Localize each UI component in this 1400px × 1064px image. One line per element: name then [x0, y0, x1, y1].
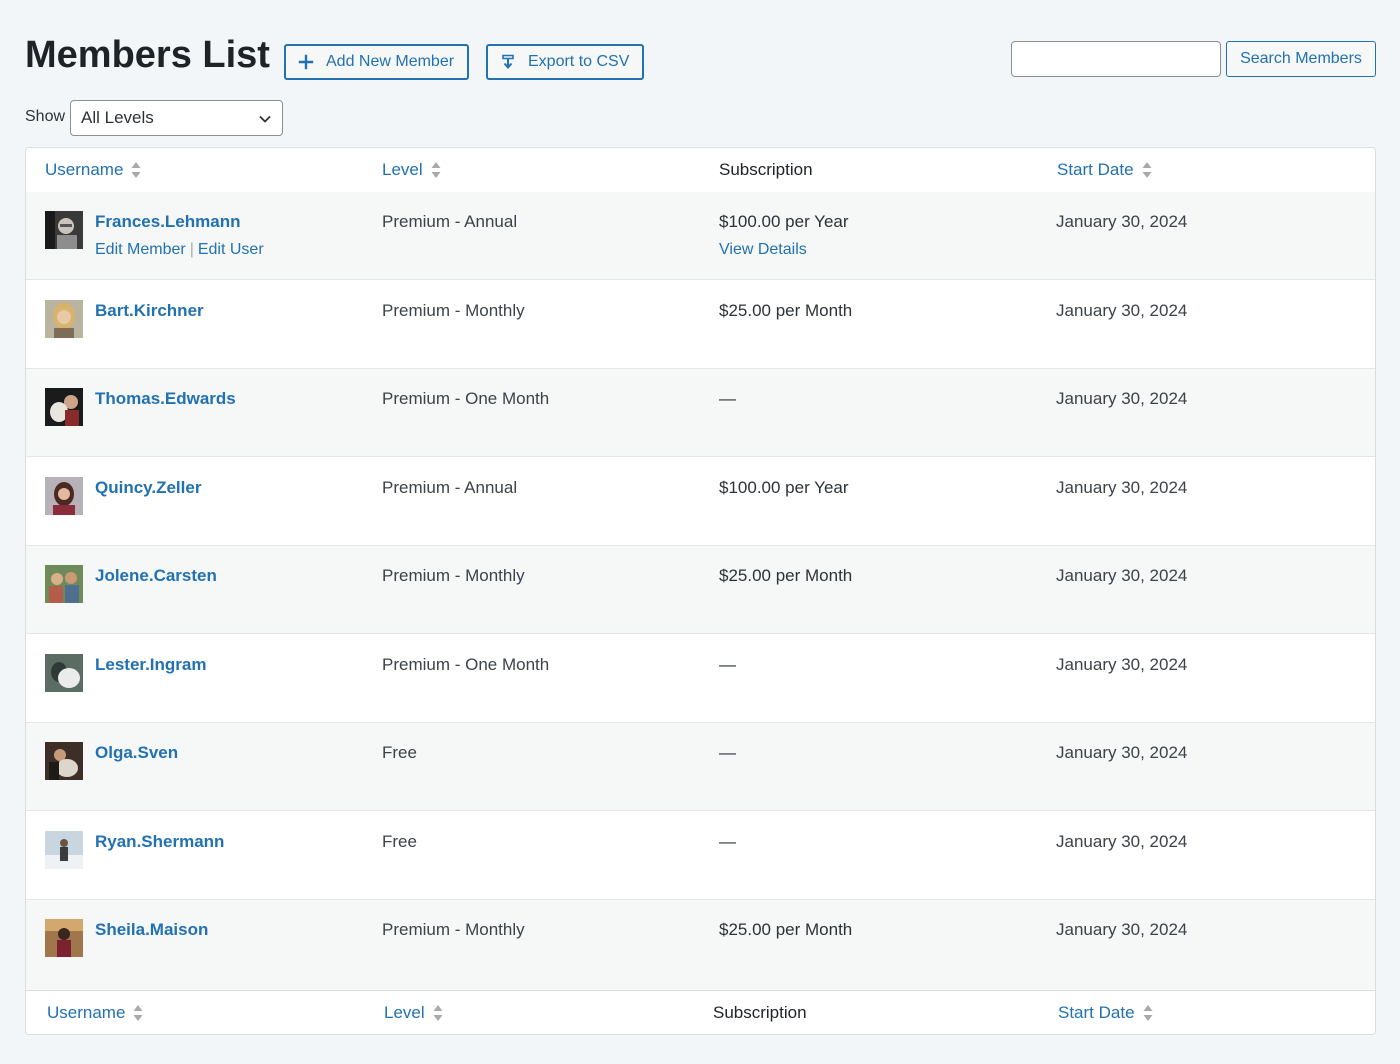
- sort-arrows-icon: [133, 1005, 143, 1021]
- avatar[interactable]: [45, 211, 83, 249]
- subscription-cell: $25.00 per Month: [719, 566, 853, 585]
- table-row: Frances.Lehmann Edit Member | Edit User Pr…: [26, 192, 1375, 280]
- members-table: Username Level Subscription Start Date F…: [25, 147, 1376, 1035]
- chevron-down-icon: [259, 115, 271, 123]
- start-date-cell: January 30, 2024: [1056, 389, 1188, 408]
- sort-arrows-icon: [1142, 162, 1152, 178]
- username-link[interactable]: Thomas.Edwards: [95, 389, 236, 409]
- table-row: Ryan.Shermann Free — January 30, 2024: [26, 812, 1375, 900]
- table-row: Quincy.Zeller Premium - Annual $100.00 p…: [26, 458, 1375, 546]
- username-link[interactable]: Bart.Kirchner: [95, 301, 204, 321]
- subscription-cell: $25.00 per Month: [719, 301, 853, 320]
- row-actions: Edit Member | Edit User: [95, 241, 264, 259]
- start-date-cell: January 30, 2024: [1056, 920, 1188, 939]
- column-header-label: Username: [45, 160, 124, 179]
- add-new-member-button[interactable]: Add New Member: [284, 44, 470, 80]
- level-cell: Free: [382, 743, 417, 762]
- start-date-cell: January 30, 2024: [1056, 301, 1188, 320]
- table-row: Lester.Ingram Premium - One Month — Janu…: [26, 635, 1375, 723]
- table-header: Username Level Subscription Start Date: [26, 148, 1375, 193]
- avatar[interactable]: [45, 477, 83, 515]
- table-row: Sheila.Maison Premium - Monthly $25.00 p…: [26, 900, 1375, 990]
- table-row: Bart.Kirchner Premium - Monthly $25.00 p…: [26, 281, 1375, 369]
- subscription-cell: —: [719, 743, 736, 762]
- table-footer: Username Level Subscription Start Date: [26, 990, 1375, 1034]
- level-cell: Premium - Annual: [382, 478, 518, 497]
- avatar[interactable]: [45, 919, 83, 957]
- subscription-cell: $25.00 per Month: [719, 920, 853, 939]
- column-header-subscription: Subscription: [719, 148, 813, 192]
- show-label: Show: [25, 108, 66, 125]
- start-date-cell: January 30, 2024: [1056, 566, 1188, 585]
- column-footer-label: Start Date: [1058, 1003, 1135, 1022]
- column-header-label: Level: [382, 160, 423, 179]
- sort-arrows-icon: [433, 1005, 443, 1021]
- column-footer-label: Username: [47, 1003, 126, 1022]
- column-header-level[interactable]: Level: [382, 148, 441, 192]
- start-date-cell: January 30, 2024: [1056, 832, 1188, 851]
- column-footer-label: Level: [384, 1003, 425, 1022]
- level-cell: Premium - One Month: [382, 655, 550, 674]
- edit-member-link[interactable]: Edit Member: [95, 241, 186, 258]
- add-new-member-label: Add New Member: [326, 53, 455, 70]
- username-link[interactable]: Sheila.Maison: [95, 920, 208, 940]
- level-cell: Premium - Monthly: [382, 566, 525, 585]
- username-link[interactable]: Quincy.Zeller: [95, 478, 201, 498]
- avatar[interactable]: [45, 831, 83, 869]
- column-footer-username[interactable]: Username: [47, 991, 143, 1034]
- row-action-separator: |: [189, 241, 194, 258]
- view-details-link[interactable]: View Details: [719, 241, 807, 259]
- column-header-start-date[interactable]: Start Date: [1057, 148, 1152, 192]
- download-icon: [502, 54, 514, 70]
- column-header-label: Start Date: [1057, 160, 1134, 179]
- page-title: Members List: [25, 34, 270, 76]
- plus-icon: [298, 54, 314, 70]
- start-date-cell: January 30, 2024: [1056, 212, 1188, 231]
- search-members-button[interactable]: Search Members: [1226, 41, 1376, 77]
- table-row: Jolene.Carsten Premium - Monthly $25.00 …: [26, 546, 1375, 634]
- column-footer-subscription: Subscription: [713, 991, 807, 1034]
- export-csv-button[interactable]: Export to CSV: [486, 44, 645, 80]
- table-row: Olga.Sven Free — January 30, 2024: [26, 723, 1375, 811]
- column-footer-label: Subscription: [713, 1003, 807, 1022]
- username-link[interactable]: Olga.Sven: [95, 743, 178, 763]
- column-header-label: Subscription: [719, 160, 813, 179]
- export-csv-label: Export to CSV: [528, 53, 630, 70]
- column-footer-level[interactable]: Level: [384, 991, 443, 1034]
- level-cell: Premium - One Month: [382, 389, 550, 408]
- avatar[interactable]: [45, 300, 83, 338]
- start-date-cell: January 30, 2024: [1056, 743, 1188, 762]
- sort-arrows-icon: [131, 162, 141, 178]
- sort-arrows-icon: [1143, 1005, 1153, 1021]
- username-link[interactable]: Frances.Lehmann: [95, 212, 241, 232]
- column-header-username[interactable]: Username: [45, 148, 141, 192]
- avatar[interactable]: [45, 742, 83, 780]
- subscription-cell: —: [719, 832, 736, 851]
- username-link[interactable]: Jolene.Carsten: [95, 566, 217, 586]
- avatar[interactable]: [45, 565, 83, 603]
- subscription-cell: $100.00 per Year: [719, 212, 849, 231]
- start-date-cell: January 30, 2024: [1056, 478, 1188, 497]
- sort-arrows-icon: [431, 162, 441, 178]
- avatar[interactable]: [45, 388, 83, 426]
- level-filter-value: All Levels: [81, 108, 154, 127]
- table-row: Thomas.Edwards Premium - One Month — Jan…: [26, 369, 1375, 457]
- avatar[interactable]: [45, 654, 83, 692]
- subscription-cell: —: [719, 655, 736, 674]
- start-date-cell: January 30, 2024: [1056, 655, 1188, 674]
- subscription-cell: —: [719, 389, 736, 408]
- level-filter-select[interactable]: All Levels: [70, 100, 283, 136]
- username-link[interactable]: Ryan.Shermann: [95, 832, 224, 852]
- level-cell: Premium - Monthly: [382, 301, 525, 320]
- edit-user-link[interactable]: Edit User: [198, 241, 264, 258]
- username-link[interactable]: Lester.Ingram: [95, 655, 207, 675]
- column-footer-start-date[interactable]: Start Date: [1058, 991, 1153, 1034]
- level-cell: Premium - Monthly: [382, 920, 525, 939]
- search-input[interactable]: [1011, 41, 1221, 77]
- level-cell: Premium - Annual: [382, 212, 518, 231]
- subscription-cell: $100.00 per Year: [719, 478, 849, 497]
- level-cell: Free: [382, 832, 417, 851]
